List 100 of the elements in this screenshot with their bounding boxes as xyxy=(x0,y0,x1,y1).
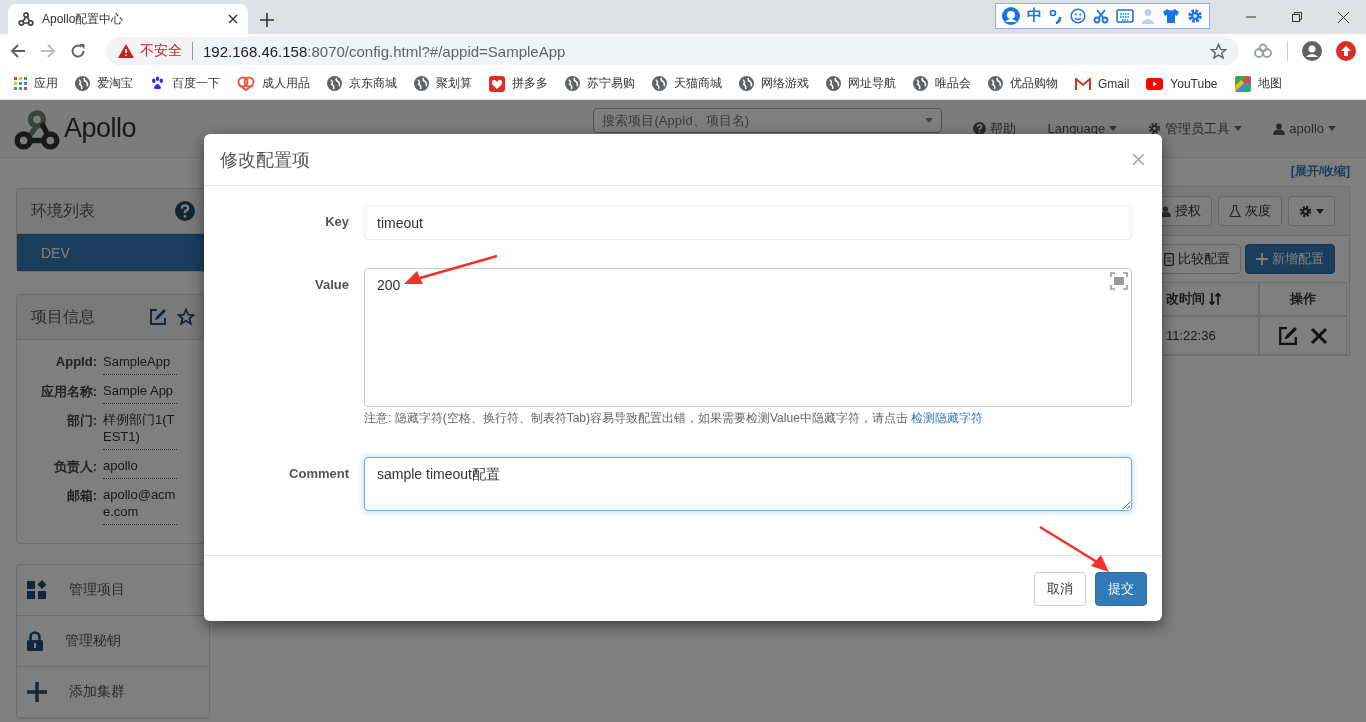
bookmark-item[interactable]: 成人用品 xyxy=(237,75,310,92)
action-button[interactable]: 灰度 xyxy=(1218,196,1282,226)
bookmark-item[interactable]: 优品购物 xyxy=(988,75,1058,92)
star-icon[interactable] xyxy=(1210,42,1227,60)
field-label: Value xyxy=(314,276,350,294)
value-field[interactable]: 200 xyxy=(364,268,1132,407)
security-label: 不安全 xyxy=(140,42,182,60)
user-icon xyxy=(1273,122,1286,135)
delete-icon[interactable] xyxy=(1310,326,1328,345)
update-icon[interactable] xyxy=(1336,41,1356,61)
globe-icon[interactable] xyxy=(652,76,667,91)
globe-icon[interactable] xyxy=(826,76,841,91)
star-icon[interactable] xyxy=(177,308,195,326)
apps-icon[interactable] xyxy=(14,77,27,90)
smiley-icon[interactable] xyxy=(1070,7,1086,24)
apps-icon xyxy=(27,580,47,600)
punctuation-icon[interactable] xyxy=(1049,7,1063,24)
globe-icon[interactable] xyxy=(565,76,580,91)
globe-icon[interactable] xyxy=(988,76,1003,91)
cancel-button[interactable]: 取消 xyxy=(1034,571,1086,606)
globe-icon[interactable] xyxy=(414,76,429,91)
mail-icon[interactable] xyxy=(1075,77,1091,90)
field-value: apollo@acme.com xyxy=(103,483,177,525)
plus-icon xyxy=(1256,253,1268,265)
bookmark-item[interactable]: YouTube xyxy=(1146,76,1218,91)
comment-field[interactable]: sample timeout配置 xyxy=(364,457,1132,511)
avatar-icon[interactable] xyxy=(1002,6,1020,25)
reload-icon[interactable] xyxy=(70,43,86,59)
ime-mode-label[interactable]: 中 xyxy=(1027,6,1042,25)
field-label: Key xyxy=(324,213,350,231)
bookmark-item[interactable]: 唯品会 xyxy=(913,75,971,92)
account-icon[interactable] xyxy=(1302,41,1322,61)
detect-link[interactable]: 检测隐藏字符 xyxy=(911,411,984,425)
bookmark-item[interactable]: 爱淘宝 xyxy=(75,75,133,92)
bookmark-item[interactable]: 天猫商城 xyxy=(652,75,722,92)
globe-icon[interactable] xyxy=(913,76,928,91)
table-cell: 11:22:36 xyxy=(1166,328,1216,343)
edit-icon[interactable] xyxy=(1278,325,1298,346)
play-icon[interactable] xyxy=(1146,77,1164,90)
bookmark-item[interactable]: 聚划算 xyxy=(414,75,472,92)
help-icon[interactable] xyxy=(175,201,195,221)
key-field[interactable]: timeout xyxy=(364,205,1132,240)
new-tab-icon[interactable] xyxy=(260,13,274,27)
hint-text: 注意: 隐藏字符(空格、换行符、制表符Tab)容易导致配置出错，如果需要检测Value中隐藏字符，请点击 检测隐藏字符 xyxy=(364,410,985,427)
column-header: 操作 xyxy=(1290,290,1316,308)
menu-item[interactable]: 添加集群 xyxy=(17,667,209,718)
field-label: 邮箱: xyxy=(65,487,97,505)
tab-title: Apollo配置中心 xyxy=(42,10,125,28)
globe-icon[interactable] xyxy=(327,76,342,91)
browser-tab[interactable]: Apollo配置中心 xyxy=(8,4,248,34)
scissors-icon[interactable] xyxy=(1093,7,1109,24)
action-button[interactable] xyxy=(1288,196,1335,226)
nav-link[interactable]: 管理员工具 xyxy=(1148,119,1243,138)
caret-icon xyxy=(1109,126,1118,131)
url-text: 192.168.46.158:8070/config.html?#/appid=SampleApp xyxy=(203,42,567,60)
gift-icon[interactable] xyxy=(489,75,505,92)
close-icon[interactable] xyxy=(228,14,238,24)
bookmark-item[interactable]: 京东商城 xyxy=(327,75,397,92)
caret-icon xyxy=(1316,208,1324,214)
bookmark-item[interactable]: Gmail xyxy=(1075,76,1130,91)
settings-icon[interactable] xyxy=(1187,7,1203,24)
extension-icon[interactable] xyxy=(1253,43,1273,59)
bookmark-item[interactable]: 拼多多 xyxy=(489,75,548,92)
caret-icon xyxy=(1328,126,1336,131)
address-bar[interactable]: 不安全 192.168.46.158:8070/config.html?#/appid=SampleApp xyxy=(106,37,1239,65)
bookmark-item[interactable]: 网址导航 xyxy=(826,75,896,92)
globe-icon[interactable] xyxy=(75,76,90,91)
bookmark-item[interactable]: 地图 xyxy=(1234,75,1282,92)
globe-icon[interactable] xyxy=(739,76,754,91)
document-icon xyxy=(1164,252,1174,266)
sort-icon[interactable] xyxy=(1209,293,1221,305)
heart-icon[interactable] xyxy=(237,76,255,91)
edit-icon[interactable] xyxy=(149,308,167,326)
paw-icon[interactable] xyxy=(150,76,165,91)
map-icon[interactable] xyxy=(1234,75,1251,92)
back-icon[interactable] xyxy=(10,43,26,59)
fullscreen-icon[interactable] xyxy=(1110,272,1128,290)
plus-icon xyxy=(27,682,47,702)
keyboard-icon[interactable] xyxy=(1116,8,1134,23)
shirt-icon[interactable] xyxy=(1162,7,1180,24)
bookmark-item[interactable]: 百度一下 xyxy=(150,75,220,92)
bookmark-item[interactable]: 网络游戏 xyxy=(739,75,809,92)
field-label: Comment xyxy=(288,465,350,483)
caret-icon xyxy=(1234,126,1243,131)
field-value: Sample App xyxy=(103,379,177,404)
field-label: 负责人: xyxy=(52,458,97,476)
panel-title: 项目信息 xyxy=(31,306,96,327)
submit-button[interactable]: 提交 xyxy=(1095,571,1147,606)
gear-icon xyxy=(1299,204,1312,218)
field-value: 样例部门1(TEST1) xyxy=(103,408,177,450)
flask-icon xyxy=(1229,205,1241,217)
caret-icon xyxy=(925,118,934,123)
menu-item[interactable]: 管理秘钥 xyxy=(17,616,209,667)
bookmark-item[interactable]: 应用 xyxy=(14,75,58,92)
bookmark-item[interactable]: 苏宁易购 xyxy=(565,75,635,92)
logo-icon xyxy=(18,11,34,27)
warning-icon xyxy=(118,44,134,58)
field-label: 应用名称: xyxy=(39,383,97,401)
annotation-arrow xyxy=(1039,525,1109,572)
field-label: AppId: xyxy=(54,353,97,371)
